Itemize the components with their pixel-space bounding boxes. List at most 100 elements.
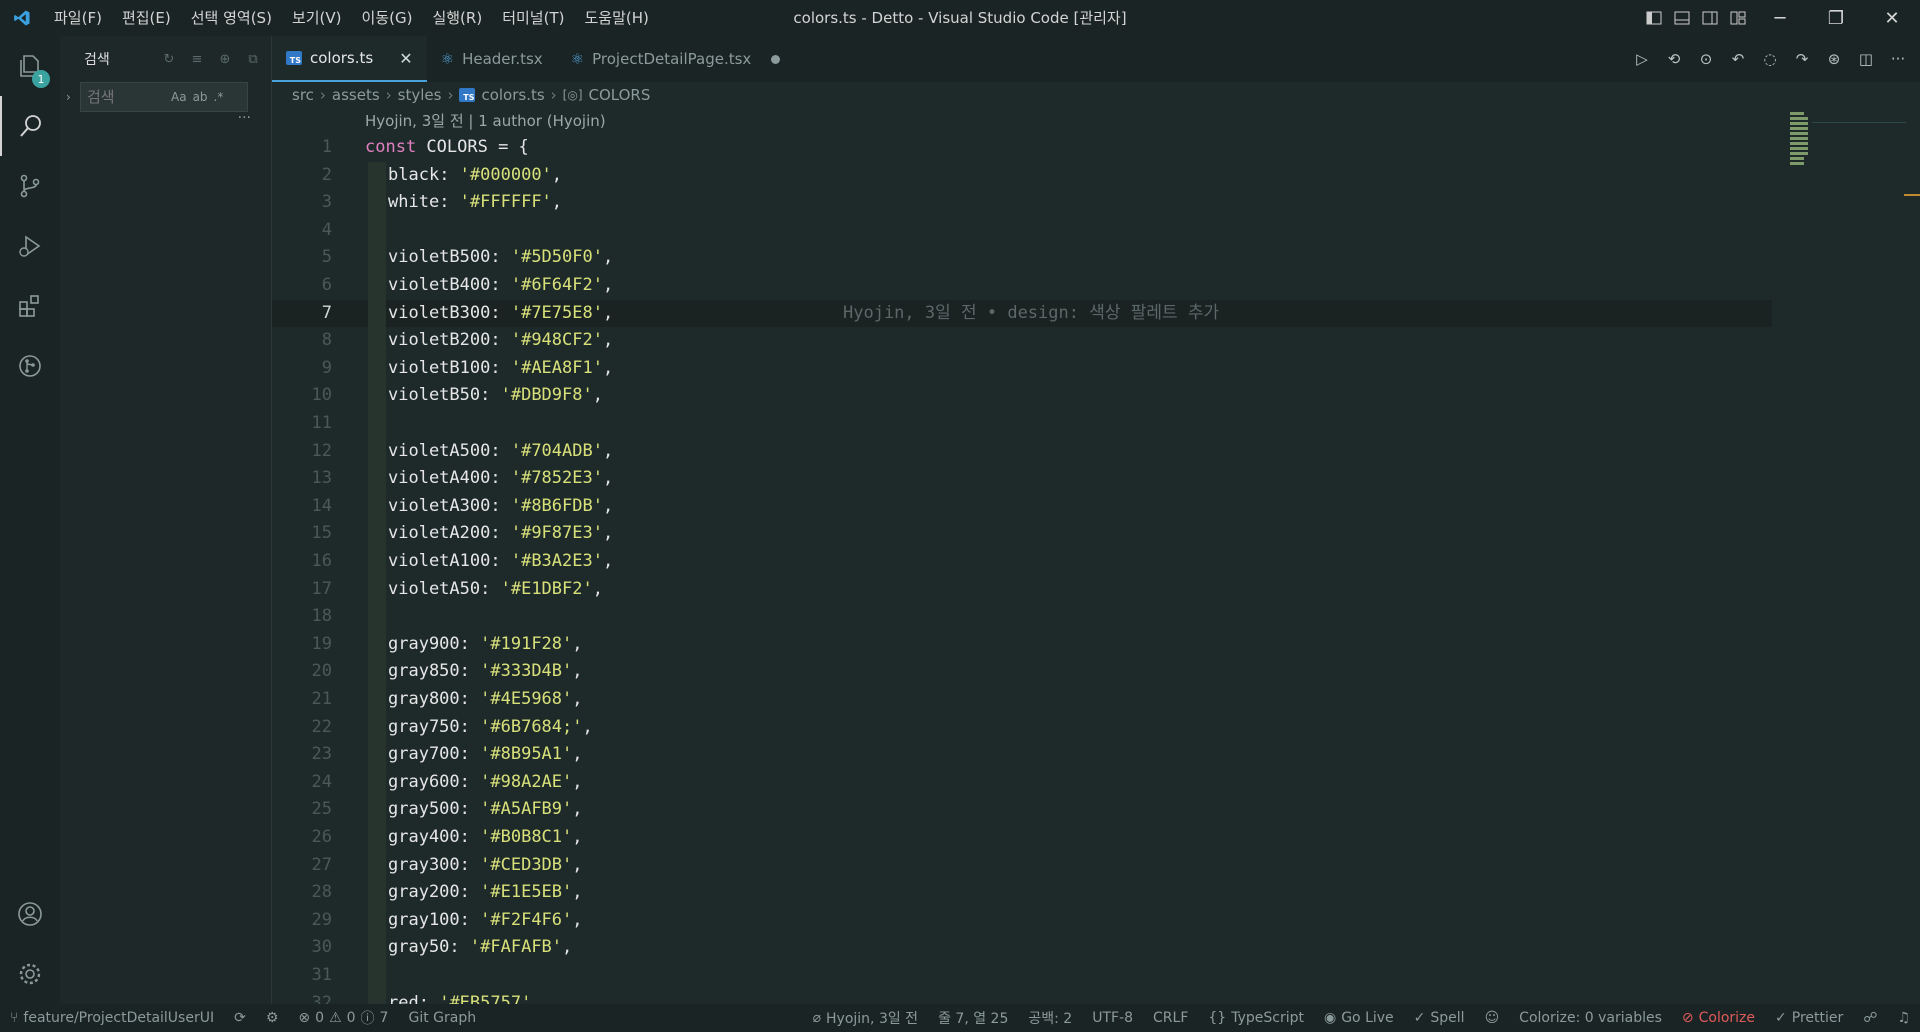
code-line[interactable]: 1 const COLORS = { <box>272 134 1772 162</box>
open-timeline-icon[interactable]: ⟲ <box>1660 45 1688 73</box>
close-window-button[interactable]: ✕ <box>1864 0 1920 36</box>
code-line[interactable]: 5 violetB500: '#5D50F0', <box>272 244 1772 272</box>
sync-button[interactable]: ⟳ <box>224 1010 256 1026</box>
match-whole-word-option[interactable]: ab <box>193 90 208 104</box>
breadcrumb-item[interactable]: styles <box>398 86 442 104</box>
code-line[interactable]: 29 gray100: '#F2F4F6', <box>272 906 1772 935</box>
breadcrumb-item[interactable]: assets <box>332 86 380 104</box>
restore-button[interactable]: ❐ <box>1808 0 1864 36</box>
source-control-icon[interactable] <box>0 156 60 216</box>
tab-header-tsx[interactable]: ⚛ Header.tsx <box>427 36 557 82</box>
menu-edit[interactable]: 편집(E) <box>112 0 181 36</box>
code-line[interactable]: 16 violetA100: '#B3A2E3', <box>272 548 1772 576</box>
spell-button[interactable]: ✓ Spell <box>1404 1010 1475 1026</box>
colorize-variables[interactable]: Colorize: 0 variables <box>1509 1010 1672 1026</box>
code-line[interactable]: 18 <box>272 603 1772 631</box>
code-line[interactable]: 9 violetB100: '#AEA8F1', <box>272 354 1772 383</box>
code-line[interactable]: 11 <box>272 410 1772 438</box>
refresh-icon[interactable]: ↻ <box>157 47 181 71</box>
code-line[interactable]: 27 gray300: '#CED3DB', <box>272 851 1772 880</box>
problems-indicator[interactable]: ⊗ 0 ⚠ 0 ⓘ 7 <box>288 1008 398 1028</box>
run-debug-icon[interactable] <box>0 216 60 276</box>
language-mode[interactable]: {} TypeScript <box>1198 1010 1314 1026</box>
indentation[interactable]: 공백: 2 <box>1018 1008 1082 1028</box>
code-line[interactable]: 24 gray600: '#98A2AE', <box>272 768 1772 797</box>
search-input[interactable] <box>87 88 165 106</box>
feedback-button[interactable]: ☍ <box>1853 1010 1887 1026</box>
publish-button[interactable]: ⚙ <box>256 1010 289 1026</box>
collapse-all-icon[interactable]: ⧉ <box>241 47 265 71</box>
git-graph-status[interactable]: Git Graph <box>398 1010 486 1026</box>
run-code-icon[interactable]: ⊙ <box>1692 45 1720 73</box>
code-line[interactable]: 21 gray800: '#4E5968', <box>272 686 1772 714</box>
new-search-editor-icon[interactable]: ⊕ <box>213 47 237 71</box>
code-line[interactable]: 2 black: '#000000', <box>272 161 1772 190</box>
minimap[interactable] <box>1790 112 1810 182</box>
code-line[interactable]: 26 gray400: '#B0B8C1', <box>272 824 1772 852</box>
code-line[interactable]: 22 gray750: '#6B7684;', <box>272 713 1772 742</box>
toggle-search-details-button[interactable]: ··· <box>60 111 271 125</box>
close-tab-icon[interactable]: ✕ <box>399 49 412 68</box>
toggle-panel-icon[interactable] <box>1668 0 1696 36</box>
code-line[interactable]: 28 gray200: '#E1E5EB', <box>272 879 1772 907</box>
menu-run[interactable]: 실행(R) <box>422 0 492 36</box>
branch-indicator[interactable]: ⑂ feature/ProjectDetailUserUI <box>0 1010 224 1026</box>
customize-layout-icon[interactable] <box>1724 0 1752 36</box>
menu-view[interactable]: 보기(V) <box>282 0 352 36</box>
code-line[interactable]: 6 violetB400: '#6F64F2', <box>272 272 1772 300</box>
run-file-icon[interactable]: ▷ <box>1628 45 1656 73</box>
encoding[interactable]: UTF-8 <box>1082 1010 1143 1026</box>
match-case-option[interactable]: Aa <box>171 90 187 104</box>
use-regex-option[interactable]: .* <box>214 90 224 104</box>
code-line[interactable]: 32 red: '#EB5757', <box>272 989 1772 1004</box>
cursor-position[interactable]: 줄 7, 열 25 <box>928 1008 1018 1028</box>
toggle-primary-sidebar-icon[interactable] <box>1640 0 1668 36</box>
code-line[interactable]: 23 gray700: '#8B95A1', <box>272 741 1772 769</box>
code-editor[interactable]: 1 const COLORS = {2 black: '#000000', 3 whit… <box>272 134 1772 1004</box>
codelens-blame[interactable]: Hyojin, 3일 전 | 1 author (Hyojin) <box>365 110 606 131</box>
menu-go[interactable]: 이동(G) <box>352 0 423 36</box>
toggle-blame-icon[interactable]: ◌ <box>1756 45 1784 73</box>
next-change-icon[interactable]: ↷ <box>1788 45 1816 73</box>
clear-results-icon[interactable]: ≡ <box>185 47 209 71</box>
code-line[interactable]: 25 gray500: '#A5AFB9', <box>272 796 1772 824</box>
code-line[interactable]: 10 violetB50: '#DBD9F8', <box>272 382 1772 410</box>
code-line[interactable]: 14 violetA300: '#8B6FDB', <box>272 492 1772 521</box>
code-line[interactable]: 13 violetA400: '#7852E3', <box>272 465 1772 493</box>
tab-projectdetailpage-tsx[interactable]: ⚛ ProjectDetailPage.tsx <box>557 36 795 82</box>
menu-file[interactable]: 파일(F) <box>44 0 112 36</box>
previous-change-icon[interactable]: ↶ <box>1724 45 1752 73</box>
search-icon[interactable] <box>0 96 60 156</box>
split-editor-icon[interactable]: ◫ <box>1852 45 1880 73</box>
copilot-button[interactable]: ☺ <box>1475 1010 1510 1026</box>
code-line[interactable]: 15 violetA200: '#9F87E3', <box>272 520 1772 548</box>
extensions-icon[interactable] <box>0 276 60 336</box>
menu-terminal[interactable]: 터미널(T) <box>492 0 574 36</box>
accounts-icon[interactable] <box>0 884 60 944</box>
minimize-button[interactable]: ─ <box>1752 0 1808 36</box>
code-line[interactable]: 19 gray900: '#191F28', <box>272 630 1772 659</box>
breadcrumb-item[interactable]: COLORS <box>589 86 651 104</box>
more-actions-icon[interactable]: ··· <box>1884 45 1912 73</box>
blame-status[interactable]: ⌀ Hyojin, 3일 전 <box>803 1008 929 1028</box>
menu-selection[interactable]: 선택 영역(S) <box>181 0 282 36</box>
end-of-line[interactable]: CRLF <box>1143 1010 1198 1026</box>
toggle-secondary-sidebar-icon[interactable] <box>1696 0 1724 36</box>
breadcrumb-item[interactable]: src <box>292 86 314 104</box>
code-line[interactable]: 30 gray50: '#FAFAFB', <box>272 934 1772 962</box>
prettier-button[interactable]: ✓ Prettier <box>1765 1010 1853 1026</box>
git-graph-icon[interactable] <box>0 336 60 396</box>
menu-help[interactable]: 도움말(H) <box>574 0 658 36</box>
notifications-button[interactable]: ♫ <box>1887 1010 1920 1026</box>
colorize-toggle[interactable]: ⊘ Colorize <box>1672 1010 1765 1026</box>
code-line[interactable]: 7 violetB300: '#7E75E8', Hyojin, 3일 전 • de… <box>272 299 1772 328</box>
code-line[interactable]: 31 <box>272 962 1772 990</box>
tab-colors-ts[interactable]: TS colors.ts ✕ <box>272 36 427 82</box>
toggle-replace-chevron-icon[interactable]: › <box>66 90 80 104</box>
go-live-button[interactable]: ◉ Go Live <box>1314 1010 1404 1026</box>
settings-gear-icon[interactable] <box>0 944 60 1004</box>
code-line[interactable]: 3 white: '#FFFFFF', <box>272 189 1772 217</box>
code-line[interactable]: 12 violetA500: '#704ADB', <box>272 437 1772 466</box>
code-line[interactable]: 8 violetB200: '#948CF2', <box>272 327 1772 355</box>
explorer-icon[interactable]: 1 <box>0 36 60 96</box>
